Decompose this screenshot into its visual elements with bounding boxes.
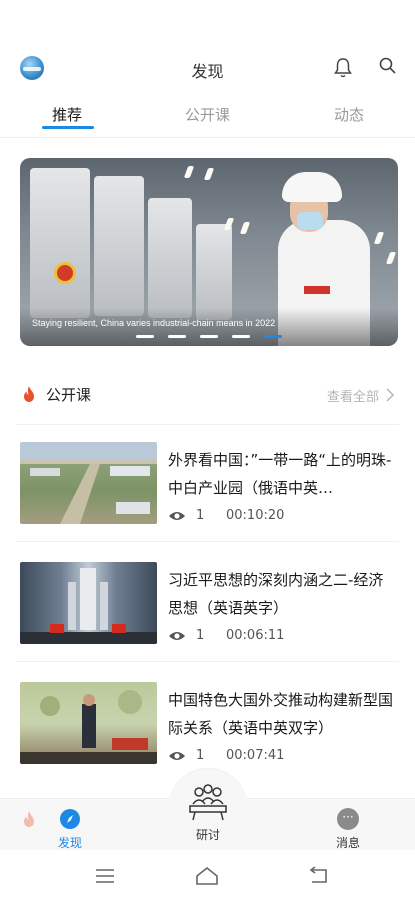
fire-icon bbox=[24, 811, 34, 827]
banner-caption: Staying resilient, China varies industri… bbox=[32, 318, 276, 328]
back-icon[interactable] bbox=[304, 866, 330, 886]
course-thumbnail[interactable] bbox=[20, 442, 157, 524]
banner-light bbox=[203, 168, 215, 180]
video-duration: 00:10:20 bbox=[226, 508, 285, 523]
message-icon bbox=[337, 808, 359, 830]
tab-recommended[interactable]: 推荐 bbox=[52, 104, 82, 125]
carousel-dot[interactable] bbox=[200, 335, 218, 338]
banner-knob bbox=[54, 262, 76, 284]
chevron-right-icon[interactable] bbox=[385, 388, 395, 402]
open-courses-section-header: 公开课 查看全部 bbox=[0, 382, 415, 408]
nav-seminar-label: 研讨 bbox=[195, 828, 220, 842]
banner-light bbox=[183, 166, 195, 178]
view-count: 1 bbox=[196, 508, 205, 523]
video-duration: 00:07:41 bbox=[226, 748, 285, 763]
view-all-link[interactable]: 查看全部 bbox=[327, 386, 379, 405]
eye-icon bbox=[169, 752, 185, 760]
banner-light bbox=[223, 218, 235, 230]
banner-light bbox=[373, 232, 385, 244]
carousel-dot-active[interactable] bbox=[264, 335, 282, 338]
course-title[interactable]: 外界看中国：”一带一路“上的明珠-中白产业园（俄语中英… bbox=[168, 446, 396, 502]
menu-icon[interactable] bbox=[92, 866, 118, 886]
banner-red-stripe bbox=[304, 286, 330, 294]
banner-machine bbox=[94, 176, 144, 316]
video-duration: 00:06:11 bbox=[226, 628, 285, 643]
nav-discover[interactable]: 发现 bbox=[40, 808, 100, 851]
home-icon[interactable] bbox=[194, 866, 220, 886]
nav-discover-label: 发现 bbox=[57, 836, 82, 850]
banner-light bbox=[239, 222, 251, 234]
course-list-item[interactable]: 外界看中国：”一带一路“上的明珠-中白产业园（俄语中英… 1 00:10:20 bbox=[0, 442, 415, 552]
course-list-item[interactable]: 习近平思想的深刻内涵之二-经济思想（英语英字） 1 00:06:11 bbox=[0, 562, 415, 672]
search-icon[interactable] bbox=[378, 56, 398, 76]
system-nav-bar bbox=[0, 850, 415, 900]
course-title[interactable]: 习近平思想的深刻内涵之二-经济思想（英语英字） bbox=[168, 566, 396, 622]
active-tab-indicator bbox=[42, 126, 94, 129]
carousel-dot[interactable] bbox=[136, 335, 154, 338]
nav-messages-label: 消息 bbox=[335, 836, 360, 850]
course-thumbnail[interactable] bbox=[20, 682, 157, 764]
nav-seminar[interactable]: 研讨 bbox=[168, 778, 248, 843]
tab-bar: 推荐 公开课 动态 bbox=[0, 98, 415, 138]
compass-icon bbox=[60, 809, 80, 829]
banner-worker-mask bbox=[297, 212, 323, 230]
eye-icon bbox=[169, 512, 185, 520]
carousel-dot[interactable] bbox=[232, 335, 250, 338]
tab-updates[interactable]: 动态 bbox=[334, 104, 364, 125]
banner-light bbox=[385, 252, 397, 264]
banner-machine bbox=[196, 224, 232, 320]
course-thumbnail[interactable] bbox=[20, 562, 157, 644]
fire-icon bbox=[24, 386, 34, 402]
divider bbox=[16, 661, 399, 662]
divider bbox=[16, 424, 399, 425]
divider bbox=[16, 541, 399, 542]
banner-worker-cap bbox=[282, 172, 342, 202]
view-count: 1 bbox=[196, 748, 205, 763]
carousel-dot[interactable] bbox=[168, 335, 186, 338]
banner-machine bbox=[30, 168, 90, 318]
eye-icon bbox=[169, 632, 185, 640]
course-title[interactable]: 中国特色大国外交推动构建新型国际关系（英语中英双字） bbox=[168, 686, 396, 742]
view-count: 1 bbox=[196, 628, 205, 643]
nav-messages[interactable]: 消息 bbox=[318, 808, 378, 851]
section-title: 公开课 bbox=[46, 386, 92, 404]
banner-carousel[interactable]: Staying resilient, China varies industri… bbox=[20, 158, 398, 346]
banner-machine bbox=[148, 198, 192, 318]
tab-open-courses[interactable]: 公开课 bbox=[185, 104, 230, 125]
bell-icon[interactable] bbox=[333, 57, 353, 79]
seminar-icon bbox=[189, 784, 227, 821]
top-header: 发现 bbox=[0, 48, 415, 88]
